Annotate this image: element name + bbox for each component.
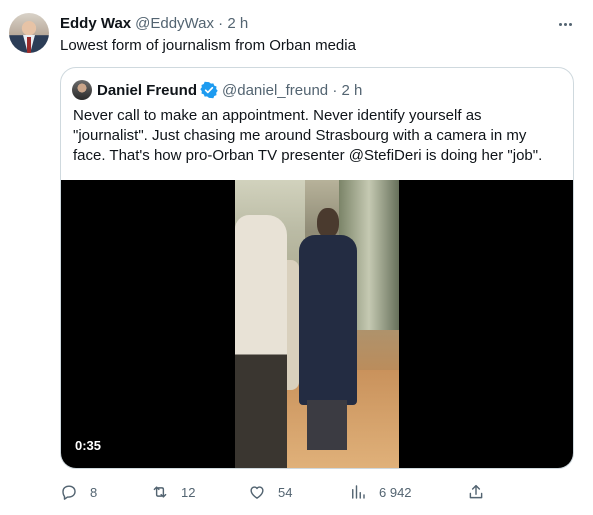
views-icon xyxy=(352,485,365,499)
quoted-author-name: Daniel Freund xyxy=(97,81,198,99)
share-button[interactable] xyxy=(467,481,485,503)
retweet-icon xyxy=(153,486,167,498)
quoted-tweet-text: Never call to make an appointment. Never… xyxy=(73,106,568,166)
video-player[interactable]: 0:35 xyxy=(61,180,573,468)
views-count: 6 942 xyxy=(379,484,412,500)
tweet-text: Lowest form of journalism from Orban med… xyxy=(60,37,356,54)
quoted-text-line: "journalist". Just chasing me around Str… xyxy=(73,127,527,144)
share-icon xyxy=(469,484,483,499)
views-button[interactable]: 6 942 xyxy=(349,481,412,503)
quoted-tweet-header: Daniel Freund @daniel_freund · 2 h xyxy=(72,80,362,100)
quoted-author-handle-time: @daniel_freund · 2 h xyxy=(222,81,363,99)
like-button[interactable]: 54 xyxy=(248,481,292,503)
reply-button[interactable]: 8 xyxy=(60,481,97,503)
tweet-actions: 8 12 54 6 942 xyxy=(60,481,490,503)
quoted-text-line: Never call to make an appointment. Never… xyxy=(73,107,482,124)
author-name[interactable]: Eddy Wax xyxy=(60,15,131,32)
reply-count: 8 xyxy=(90,484,98,500)
video-duration: 0:35 xyxy=(75,438,102,453)
quoted-tweet[interactable]: Daniel Freund @daniel_freund · 2 h Never… xyxy=(60,67,574,469)
like-icon xyxy=(250,486,264,499)
reply-icon xyxy=(62,485,76,500)
more-icon[interactable] xyxy=(556,15,574,33)
quoted-text-line: face. That's how pro-Orban TV presenter … xyxy=(73,147,543,164)
video-frame xyxy=(235,180,399,468)
author-avatar[interactable] xyxy=(9,13,49,53)
verified-badge-icon xyxy=(200,81,218,99)
retweet-count: 12 xyxy=(181,484,196,500)
tweet[interactable]: Eddy Wax @EddyWax · 2 h Lowest form of j… xyxy=(0,0,593,515)
retweet-button[interactable]: 12 xyxy=(151,481,195,503)
quoted-author-avatar xyxy=(72,80,92,100)
author-handle-time[interactable]: @EddyWax · 2 h xyxy=(135,15,248,32)
tweet-header: Eddy Wax @EddyWax · 2 h xyxy=(60,13,248,33)
like-count: 54 xyxy=(278,484,293,500)
